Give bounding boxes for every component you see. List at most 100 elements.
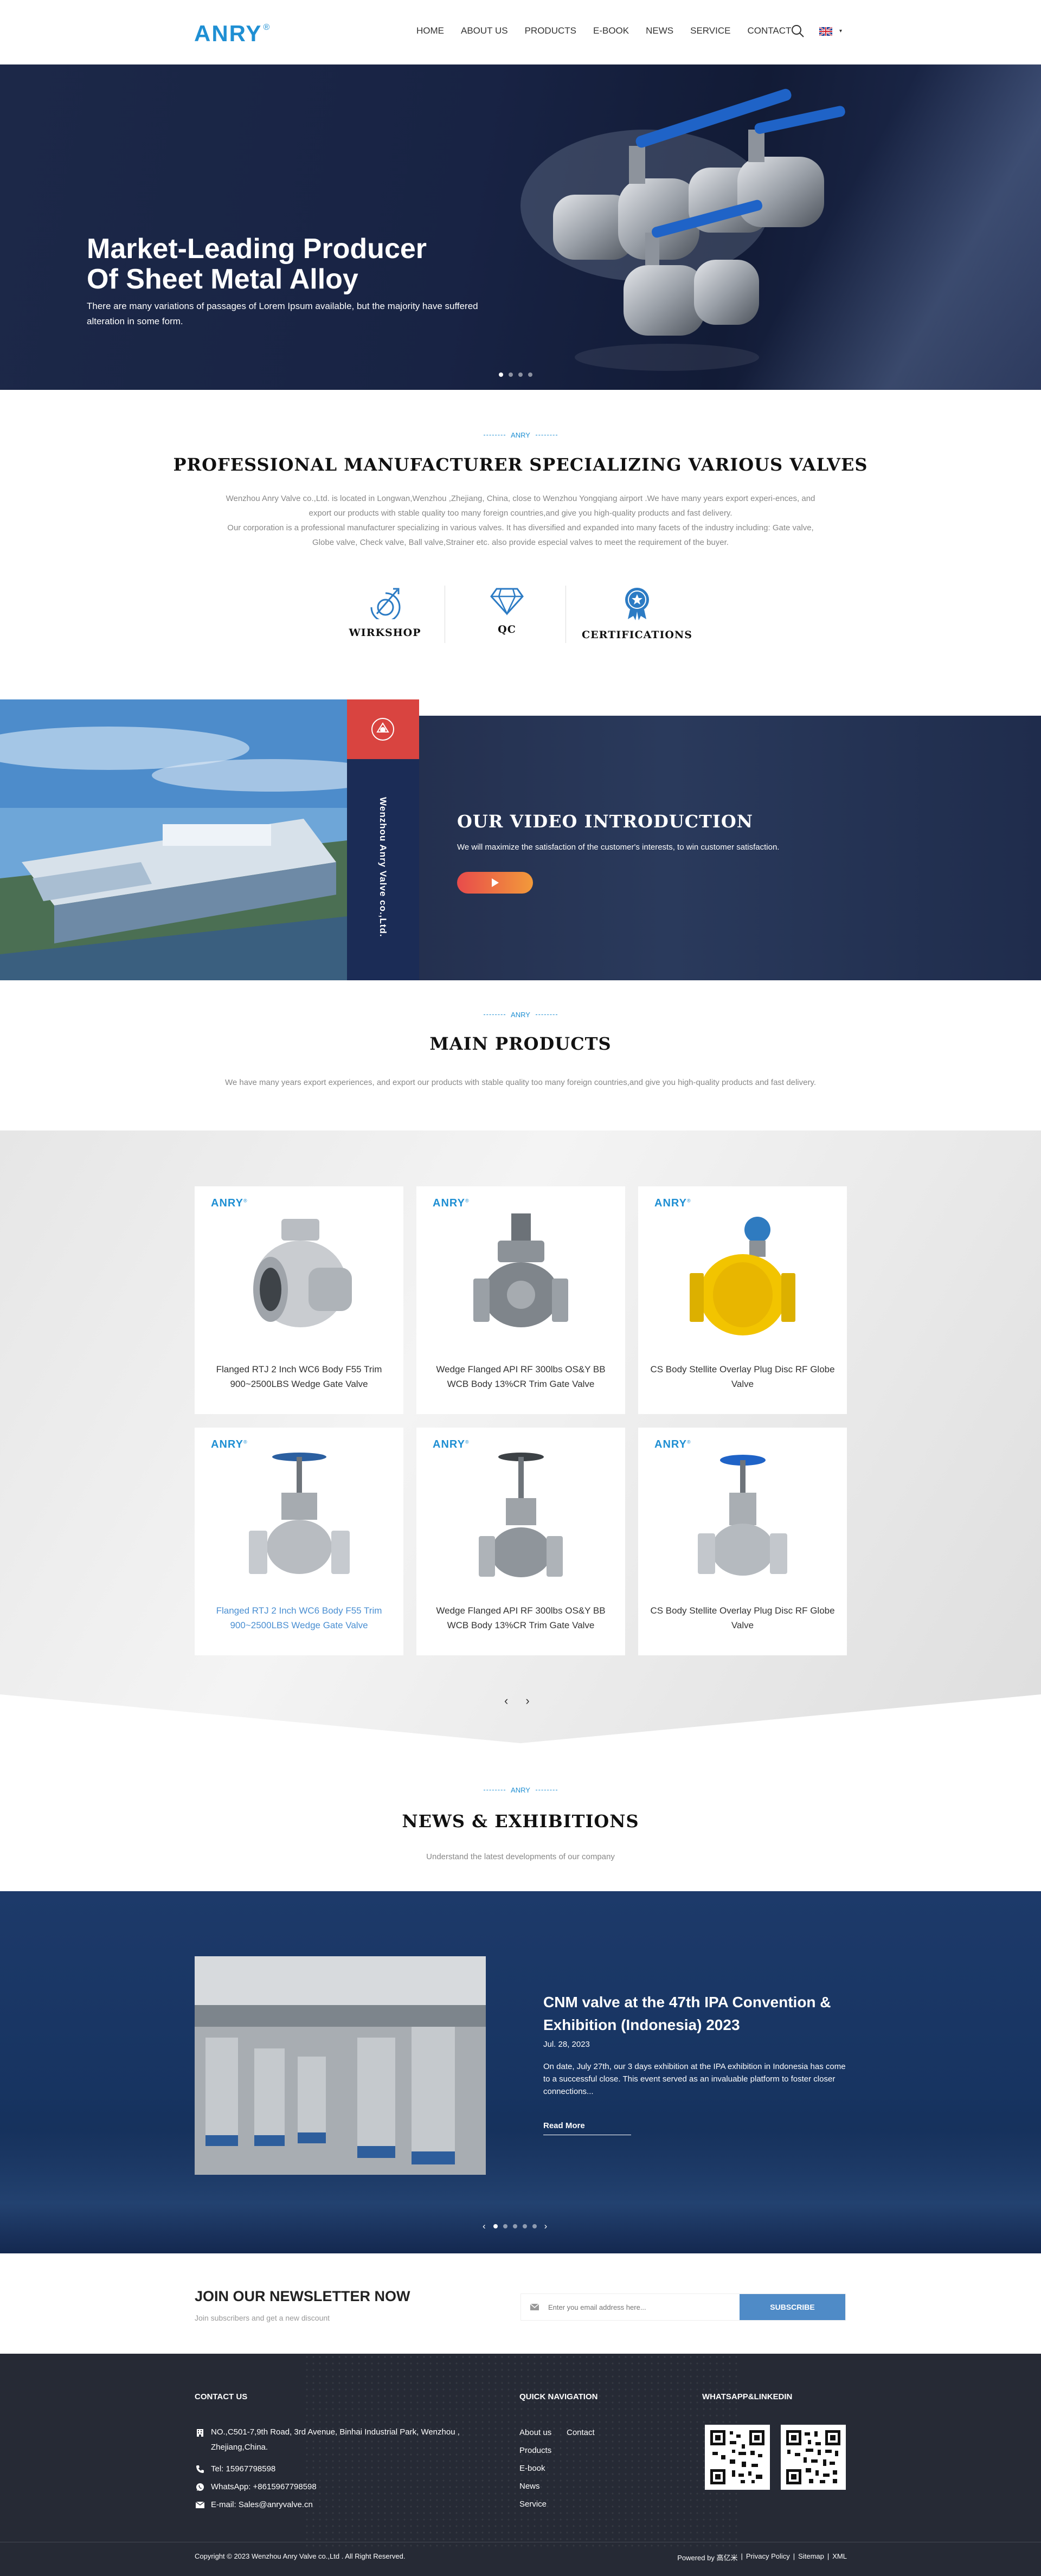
video-title: OUR VIDEO INTRODUCTION [457,811,753,832]
footer-link-products[interactable]: Products [519,2446,551,2455]
news-next-arrow-icon[interactable]: › [544,2221,548,2232]
footer-email[interactable]: E-mail: Sales@anryvalve.cn [195,2497,313,2513]
footer-whatsapp[interactable]: WhatsApp: +8615967798598 [195,2479,317,2495]
os-y-gate-valve-image [479,1453,563,1577]
footer-contact-heading: CONTACT US [195,2392,248,2401]
nav-e-book[interactable]: E-BOOK [593,25,629,36]
footer-social-heading: WHATSAPP&LINKEDIN [702,2392,793,2401]
about-title: PROFESSIONAL MANUFACTURER SPECIALIZING V… [173,454,868,475]
feature-workshop-label: WIRKSHOP [349,627,421,639]
next-arrow-icon[interactable]: › [525,1694,529,1708]
products-description: We have many years export experiences, a… [224,1078,817,1087]
slider-dot[interactable] [512,2224,517,2228]
gate-valve-image [473,1213,568,1327]
news-tag: ANRY [0,1786,1041,1794]
news-slider-dots [493,2224,537,2228]
product-name[interactable]: CS Body Stellite Overlay Plug Disc RF Gl… [649,1603,836,1633]
slider-dot[interactable] [503,2224,507,2228]
about-tag: ANRY [0,431,1041,439]
product-card[interactable]: ANRY® CS Body Stellite Overlay Plug Disc… [638,1186,847,1414]
footer-link-news[interactable]: News [519,2482,540,2491]
diamond-icon [490,588,524,615]
nav-news[interactable]: NEWS [646,25,673,36]
nav-contact[interactable]: CONTACT [747,25,791,36]
about-paragraph-1: Wenzhou Anry Valve co.,Ltd. is located i… [226,494,815,518]
nav-service[interactable]: SERVICE [690,25,730,36]
footer-tel[interactable]: Tel: 15967798598 [195,2462,275,2477]
product-card[interactable]: ANRY® Wedge Flanged API RF 300lbs OS&Y B… [416,1428,625,1655]
email-input[interactable] [548,2294,740,2320]
about-description: Wenzhou Anry Valve co.,Ltd. is located i… [217,491,824,550]
copyright-text: Copyright © 2023 Wenzhou Anry Valve co.,… [195,2552,406,2560]
link-separator: | [741,2552,743,2560]
feature-certifications[interactable]: CERTIFICATIONS [577,586,697,641]
footer-link-e-book[interactable]: E-book [519,2464,545,2473]
whatsapp-icon [195,2479,205,2495]
video-play-button[interactable] [457,872,533,894]
phone-icon [195,2462,205,2477]
product-name[interactable]: CS Body Stellite Overlay Plug Disc RF Gl… [649,1362,836,1391]
news-article-title[interactable]: CNM valve at the 47th IPA Convention & E… [543,1991,847,2037]
product-name[interactable]: Wedge Flanged API RF 300lbs OS&Y BB WCB … [427,1603,614,1633]
hero-subtitle: There are many variations of passages of… [87,301,478,326]
video-section: Wenzhou Anry Valve co.,Ltd. [0,699,1041,980]
award-badge-icon [625,588,649,620]
xml-link[interactable]: XML [832,2552,847,2562]
target-arrow-icon [370,588,401,619]
ball-valve-image [690,1217,795,1335]
news-prev-arrow-icon[interactable]: ‹ [483,2221,486,2232]
news-image[interactable] [195,1956,486,2175]
uk-flag-icon[interactable] [819,27,832,36]
slider-dot[interactable] [522,2224,527,2228]
wedge-gate-valve-image [249,1453,350,1574]
privacy-policy-link[interactable]: Privacy Policy [746,2552,790,2562]
footer-link-contact[interactable]: Contact [567,2428,595,2437]
nav-products[interactable]: PRODUCTS [525,25,576,36]
powered-by-link[interactable]: Powered by 高亿米 [677,2552,737,2562]
newsletter-form: SUBSCRIBE [520,2294,846,2321]
news-pager: ‹ › [483,2221,547,2232]
footer-link-service[interactable]: Service [519,2500,547,2509]
news-article-excerpt: On date, July 27th, our 3 days exhibitio… [543,2062,846,2096]
product-card[interactable]: ANRY® CS Body Stellite Overlay Plug Disc… [638,1428,847,1655]
video-subtitle: We will maximize the satisfaction of the… [457,843,780,852]
product-card[interactable]: ANRY® Flanged RTJ 2 Inch WC6 Body F55 Tr… [195,1428,403,1655]
whatsapp-qr-code [705,2425,770,2490]
slider-dot[interactable] [518,372,523,377]
language-caret-icon[interactable]: ▾ [839,28,842,34]
factory-image [0,699,347,980]
slider-dot[interactable] [532,2224,537,2228]
slider-dot[interactable] [509,372,513,377]
subscribe-button[interactable]: SUBSCRIBE [740,2294,845,2320]
sitemap-link[interactable]: Sitemap [798,2552,824,2562]
link-separator: | [793,2552,795,2560]
footer-link-about-us[interactable]: About us [519,2428,551,2437]
products-tag: ANRY [0,1011,1041,1019]
product-name[interactable]: Wedge Flanged API RF 300lbs OS&Y BB WCB … [427,1362,614,1391]
feature-qc[interactable]: QC [472,586,542,635]
read-more-link[interactable]: Read More [543,2121,631,2135]
feature-workshop[interactable]: WIRKSHOP [347,586,423,639]
site-logo[interactable]: ANRY ® [194,21,271,47]
slider-dot[interactable] [499,372,503,377]
prev-arrow-icon[interactable]: ‹ [504,1694,508,1708]
product-card[interactable]: ANRY® Flanged RTJ 2 Inch WC6 Body F55 Tr… [195,1186,403,1414]
product-card[interactable]: ANRY® Wedge Flanged API RF 300lbs OS&Y B… [416,1186,625,1414]
nav-home[interactable]: HOME [416,25,444,36]
slider-dot[interactable] [528,372,532,377]
building-icon [195,2425,205,2440]
video-badge [347,699,419,759]
search-icon[interactable] [791,24,805,38]
product-name[interactable]: Flanged RTJ 2 Inch WC6 Body F55 Trim 900… [205,1362,393,1391]
nav-about-us[interactable]: ABOUT US [461,25,508,36]
hero-valve-image [520,88,845,371]
email-icon [195,2497,205,2513]
slider-dot[interactable] [493,2224,498,2228]
products-title: MAIN PRODUCTS [429,1033,612,1054]
footer-bottom-links: Powered by 高亿米 | Privacy Policy | Sitema… [677,2552,847,2562]
globe-valve-image [698,1455,787,1576]
play-icon [492,878,499,887]
product-name[interactable]: Flanged RTJ 2 Inch WC6 Body F55 Trim 900… [205,1603,393,1633]
about-paragraph-2: Our corporation is a professional manufa… [227,523,814,547]
news-title: NEWS & EXHIBITIONS [402,1811,639,1832]
